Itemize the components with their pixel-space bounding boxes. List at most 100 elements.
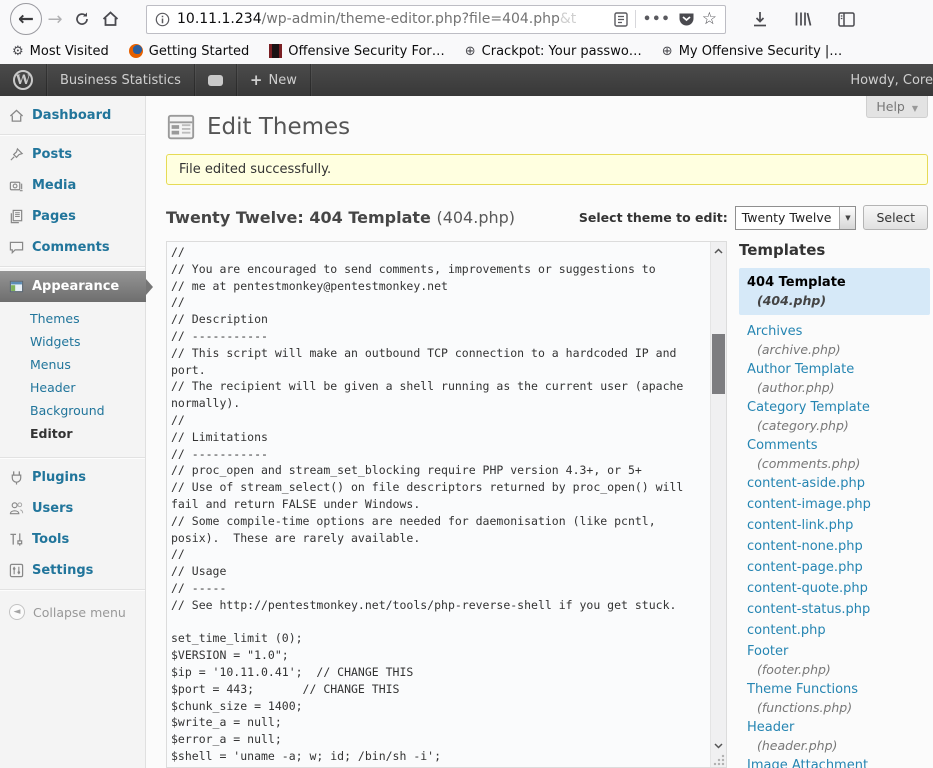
submenu-item-widgets[interactable]: Widgets bbox=[0, 330, 145, 353]
sidebar-item-label: Media bbox=[32, 178, 76, 193]
site-name-menu[interactable]: Business Statistics bbox=[47, 64, 195, 96]
template-item[interactable]: content.php bbox=[739, 622, 930, 639]
template-file: (footer.php) bbox=[757, 662, 930, 677]
wp-admin-body: Dashboard Posts Media Pages Comments App… bbox=[0, 96, 933, 768]
sidebar-item-appearance[interactable]: Appearance bbox=[0, 271, 146, 302]
new-content-menu[interactable]: + New bbox=[237, 64, 311, 96]
menu-separator bbox=[0, 457, 145, 459]
url-bar[interactable]: 10.11.1.234/wp-admin/theme-editor.php?fi… bbox=[146, 5, 726, 34]
scrollbar-thumb[interactable] bbox=[712, 334, 725, 394]
template-item[interactable]: content-image.php bbox=[739, 496, 930, 513]
sidebar-item-tools[interactable]: Tools bbox=[0, 524, 145, 555]
comments-icon bbox=[9, 240, 24, 255]
download-icon[interactable] bbox=[752, 11, 768, 28]
submenu-item-header[interactable]: Header bbox=[0, 376, 145, 399]
submenu-item-editor[interactable]: Editor bbox=[0, 422, 145, 445]
template-name: content-none.php bbox=[747, 538, 930, 555]
library-icon[interactable] bbox=[794, 11, 812, 27]
template-item[interactable]: Header (header.php) bbox=[739, 719, 930, 753]
selected-theme-value: Twenty Twelve bbox=[736, 207, 840, 229]
template-item[interactable]: content-status.php bbox=[739, 601, 930, 618]
submenu-item-background[interactable]: Background bbox=[0, 399, 145, 422]
bookmark-most-visited[interactable]: ⚙ Most Visited bbox=[12, 44, 109, 59]
collapse-menu-button[interactable]: ◄ Collapse menu bbox=[0, 594, 145, 630]
sidebar-item-plugins[interactable]: Plugins bbox=[0, 462, 145, 493]
theme-select-group: Select theme to edit: Twenty Twelve ▼ Se… bbox=[579, 205, 928, 230]
bookmark-crackpot[interactable]: ⊕ Crackpot: Your passwo… bbox=[465, 44, 642, 59]
bookmark-label: Crackpot: Your passwo… bbox=[482, 44, 642, 59]
template-item[interactable]: Image Attachment Template (image.php) bbox=[739, 757, 930, 768]
template-item[interactable]: Category Template (category.php) bbox=[739, 399, 930, 433]
sidebar-item-users[interactable]: Users bbox=[0, 493, 145, 524]
site-name: Business Statistics bbox=[60, 73, 181, 88]
template-item[interactable]: content-page.php bbox=[739, 559, 930, 576]
site-info-icon[interactable] bbox=[155, 12, 170, 27]
template-name: Image Attachment Template bbox=[747, 757, 930, 768]
editor-scrollbar[interactable] bbox=[710, 242, 726, 767]
bookmark-getting-started[interactable]: Getting Started bbox=[129, 44, 250, 59]
sidebar-item-posts[interactable]: Posts bbox=[0, 139, 145, 170]
submenu-item-menus[interactable]: Menus bbox=[0, 353, 145, 376]
template-name: Author Template bbox=[747, 361, 930, 378]
menu-separator bbox=[0, 589, 145, 591]
code-editor-content[interactable]: // // You are encouraged to send comment… bbox=[167, 242, 710, 767]
bookmark-offensive-security[interactable]: Offensive Security For… bbox=[269, 44, 444, 59]
template-file: (404.php) bbox=[757, 293, 922, 308]
globe-icon: ⊕ bbox=[465, 44, 476, 59]
template-item[interactable]: Archives (archive.php) bbox=[739, 323, 930, 357]
pocket-icon[interactable] bbox=[678, 11, 695, 27]
template-name: content.php bbox=[747, 622, 930, 639]
theme-code-editor[interactable]: // // You are encouraged to send comment… bbox=[166, 241, 727, 768]
template-item[interactable]: content-none.php bbox=[739, 538, 930, 555]
template-item[interactable]: content-aside.php bbox=[739, 475, 930, 492]
url-text[interactable]: 10.11.1.234/wp-admin/theme-editor.php?fi… bbox=[177, 11, 607, 27]
bookmark-star-icon[interactable]: ☆ bbox=[702, 9, 717, 29]
template-item-active[interactable]: 404 Template (404.php) bbox=[739, 268, 930, 315]
template-item[interactable]: content-quote.php bbox=[739, 580, 930, 597]
sidebar-item-settings[interactable]: Settings bbox=[0, 555, 145, 586]
reload-button[interactable] bbox=[68, 11, 96, 27]
home-button[interactable] bbox=[96, 11, 124, 27]
help-button[interactable]: Help ▼ bbox=[866, 96, 928, 118]
sidebar-toggle-icon[interactable] bbox=[838, 12, 855, 27]
sidebar-item-label: Plugins bbox=[32, 470, 86, 485]
current-theme-title: Twenty Twelve: 404 Template (404.php) bbox=[166, 208, 515, 227]
howdy-account-menu[interactable]: Howdy, Core bbox=[850, 64, 933, 96]
forward-button[interactable]: → bbox=[42, 9, 68, 30]
page-actions-icon[interactable]: ••• bbox=[643, 12, 671, 27]
template-item[interactable]: Theme Functions (functions.php) bbox=[739, 681, 930, 715]
sidebar-item-comments[interactable]: Comments bbox=[0, 232, 145, 263]
sidebar-item-pages[interactable]: Pages bbox=[0, 201, 145, 232]
textarea-resize-grip[interactable] bbox=[713, 754, 725, 766]
wp-logo-menu[interactable]: W bbox=[0, 64, 47, 96]
template-name: content-quote.php bbox=[747, 580, 930, 597]
template-item[interactable]: Author Template (author.php) bbox=[739, 361, 930, 395]
bookmark-label: My Offensive Security |… bbox=[679, 44, 843, 59]
scroll-up-arrow[interactable] bbox=[711, 243, 726, 258]
media-icon bbox=[9, 178, 24, 193]
firefox-icon bbox=[129, 44, 143, 58]
home-icon bbox=[102, 11, 119, 27]
reader-mode-icon[interactable] bbox=[614, 12, 628, 27]
theme-select-dropdown[interactable]: Twenty Twelve ▼ bbox=[735, 206, 857, 230]
template-item[interactable]: Comments (comments.php) bbox=[739, 437, 930, 471]
browser-nav-row: ← → 10.11.1.234/wp-admin/theme-editor.ph… bbox=[0, 0, 933, 38]
comments-shortcut[interactable] bbox=[195, 64, 237, 96]
theme-header-row: Twenty Twelve: 404 Template (404.php) Se… bbox=[166, 205, 928, 230]
submenu-item-themes[interactable]: Themes bbox=[0, 307, 145, 330]
back-button[interactable]: ← bbox=[10, 3, 42, 35]
bookmark-my-offensive-security[interactable]: ⊕ My Offensive Security |… bbox=[662, 44, 842, 59]
template-item[interactable]: content-link.php bbox=[739, 517, 930, 534]
select-theme-button[interactable]: Select bbox=[863, 205, 928, 230]
tools-icon bbox=[9, 532, 24, 547]
bookmark-label: Most Visited bbox=[30, 44, 109, 59]
sidebar-item-label: Tools bbox=[32, 532, 69, 547]
bookmarks-bar: ⚙ Most Visited Getting Started Offensive… bbox=[0, 38, 933, 64]
new-label: New bbox=[268, 73, 296, 88]
template-name: Header bbox=[747, 719, 930, 736]
sidebar-item-dashboard[interactable]: Dashboard bbox=[0, 100, 145, 131]
scroll-down-arrow[interactable] bbox=[711, 738, 726, 753]
template-item[interactable]: Footer (footer.php) bbox=[739, 643, 930, 677]
sidebar-item-media[interactable]: Media bbox=[0, 170, 145, 201]
page-title: Edit Themes bbox=[207, 114, 350, 140]
